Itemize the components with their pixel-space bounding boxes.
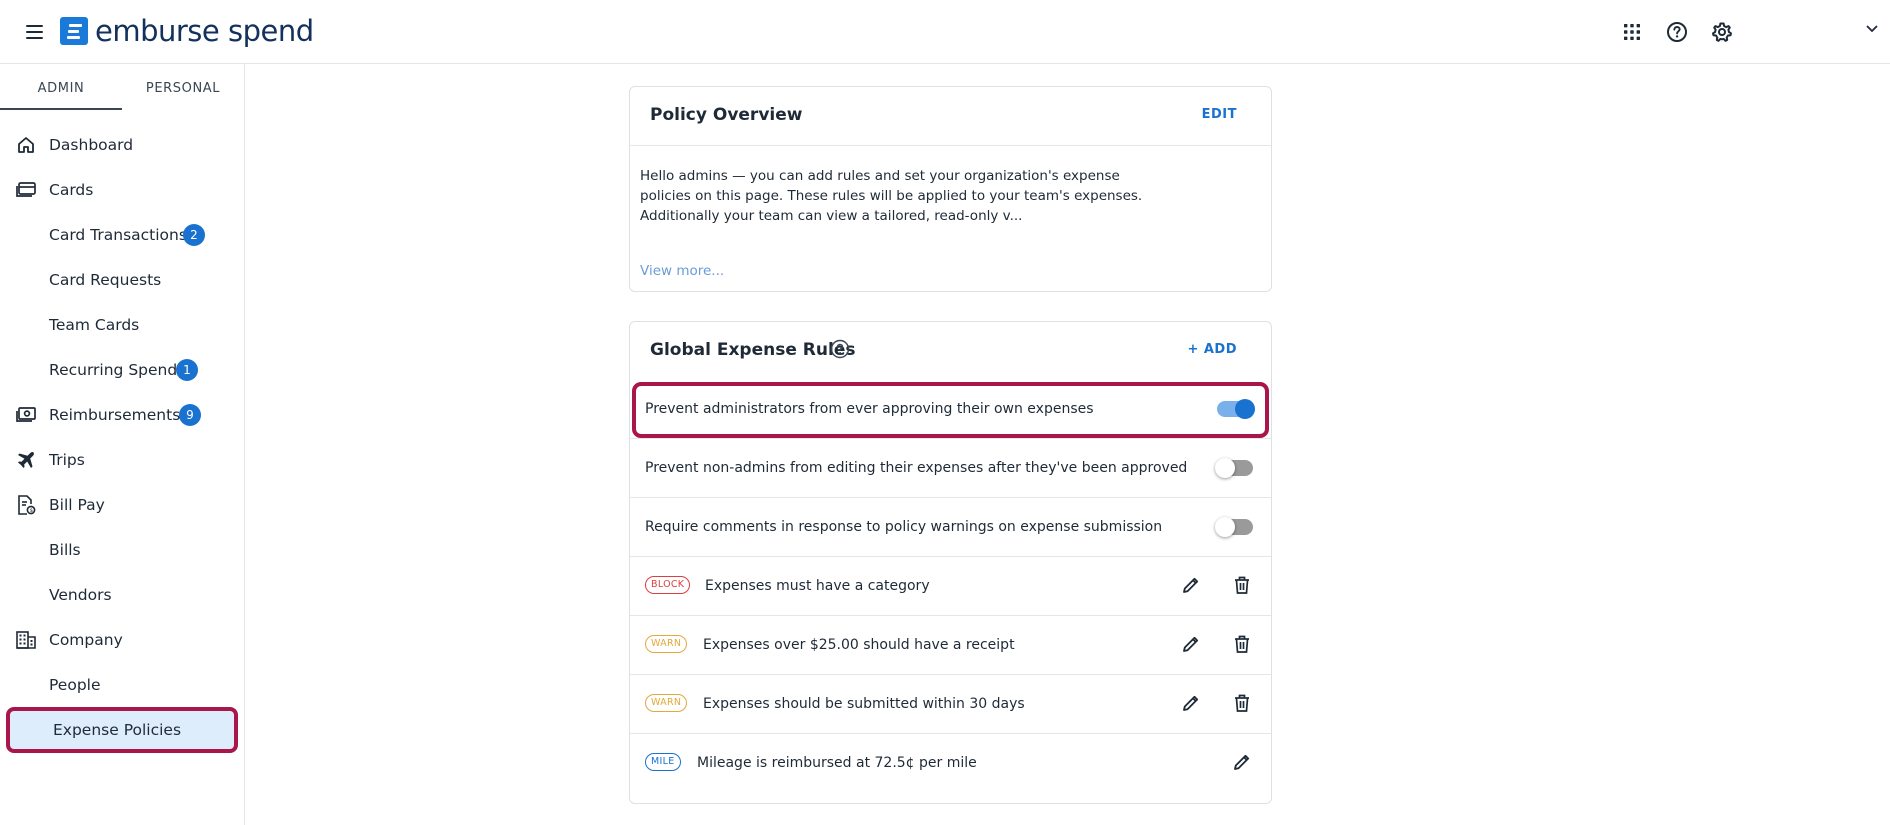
rule-text: Expenses over $25.00 should have a recei…	[703, 637, 1015, 653]
tab-admin[interactable]: ADMIN	[0, 64, 122, 110]
sidebar-item-people[interactable]: People	[0, 662, 244, 707]
count-badge: 2	[183, 223, 205, 246]
sidebar-item-label: Card Transactions	[49, 225, 187, 244]
sidebar-item-label: Company	[49, 630, 123, 649]
policy-overview-card: Policy Overview EDIT Hello admins — you …	[629, 86, 1272, 292]
trash-icon[interactable]	[1231, 692, 1253, 714]
rule-toggle-switch[interactable]	[1215, 517, 1253, 537]
trash-icon[interactable]	[1231, 633, 1253, 655]
rule-item-row: WARN Expenses over $25.00 should have a …	[630, 616, 1271, 675]
add-rule-button[interactable]: + ADD	[1187, 342, 1237, 357]
rule-text: Expenses must have a category	[705, 578, 930, 594]
block-tag: BLOCK	[645, 576, 691, 594]
pencil-icon[interactable]	[1231, 751, 1253, 773]
count-badge: 9	[179, 403, 201, 426]
card-header: Global Expense Rules + ADD	[630, 322, 1271, 380]
sidebar-item-cards[interactable]: Cards	[0, 167, 244, 212]
building-icon	[15, 629, 37, 651]
sidebar-item-label: People	[49, 675, 101, 694]
menu-icon[interactable]	[20, 18, 48, 46]
mile-tag: MILE	[645, 753, 681, 771]
sidebar-item-company[interactable]: Company	[0, 617, 244, 662]
emburse-logo-icon	[60, 17, 88, 45]
sidebar-item-dashboard[interactable]: Dashboard	[0, 122, 244, 167]
sidebar: ADMIN PERSONAL Dashboard Cards Card Tran…	[0, 64, 245, 825]
sidebar-item-card-requests[interactable]: Card Requests	[0, 257, 244, 302]
pencil-icon[interactable]	[1180, 692, 1202, 714]
card-title: Global Expense Rules	[650, 340, 856, 360]
rule-toggle-switch[interactable]	[1217, 399, 1255, 419]
rule-toggle-row: Require comments in response to policy w…	[630, 498, 1271, 557]
settings-icon[interactable]	[1710, 20, 1734, 44]
logo-text: emburse spend	[95, 13, 314, 48]
warn-tag: WARN	[645, 694, 688, 712]
trash-icon[interactable]	[1231, 574, 1253, 596]
rule-item-row: MILE Mileage is reimbursed at 72.5¢ per …	[630, 734, 1271, 793]
cards-icon	[15, 179, 37, 201]
sidebar-item-recurring-spend[interactable]: Recurring Spend 1	[0, 347, 244, 392]
sidebar-item-label: Bills	[49, 540, 81, 559]
cash-icon	[15, 404, 37, 426]
help-icon[interactable]	[1665, 20, 1689, 44]
rule-text: Require comments in response to policy w…	[645, 519, 1163, 535]
plane-icon	[15, 449, 37, 471]
bill-icon: $	[15, 494, 37, 516]
sidebar-item-bill-pay[interactable]: $ Bill Pay	[0, 482, 244, 527]
sidebar-item-label: Dashboard	[49, 135, 134, 154]
rule-toggle-row: Prevent administrators from ever approvi…	[630, 380, 1271, 439]
help-icon[interactable]	[829, 338, 851, 360]
sidebar-item-vendors[interactable]: Vendors	[0, 572, 244, 617]
sidebar-item-label: Recurring Spend	[49, 360, 178, 379]
count-badge: 1	[176, 358, 198, 381]
card-header: Policy Overview EDIT	[630, 87, 1271, 146]
top-bar: emburse spend	[0, 0, 1890, 64]
global-expense-rules-card: Global Expense Rules + ADD Prevent admin…	[629, 321, 1272, 804]
pencil-icon[interactable]	[1180, 633, 1202, 655]
chevron-down-icon[interactable]	[1864, 20, 1880, 36]
sidebar-item-bills[interactable]: Bills	[0, 527, 244, 572]
sidebar-item-reimbursements[interactable]: Reimbursements 9	[0, 392, 244, 437]
sidebar-item-expense-policies[interactable]: Expense Policies	[6, 707, 238, 753]
apps-grid-icon[interactable]	[1620, 20, 1644, 44]
svg-text:$: $	[30, 508, 34, 514]
rule-toggle-row: Prevent non-admins from editing their ex…	[630, 439, 1271, 498]
view-more-link[interactable]: View more...	[640, 263, 724, 279]
sidebar-item-team-cards[interactable]: Team Cards	[0, 302, 244, 347]
rule-item-row: WARN Expenses should be submitted within…	[630, 675, 1271, 734]
warn-tag: WARN	[645, 635, 688, 653]
rule-text: Mileage is reimbursed at 72.5¢ per mile	[697, 755, 977, 771]
sidebar-item-label: Team Cards	[49, 315, 140, 334]
edit-button[interactable]: EDIT	[1202, 107, 1237, 122]
logo[interactable]: emburse spend	[60, 16, 314, 46]
sidebar-item-label: Reimbursements	[49, 405, 181, 424]
pencil-icon[interactable]	[1180, 574, 1202, 596]
rule-toggle-switch[interactable]	[1215, 458, 1253, 478]
sidebar-nav: Dashboard Cards Card Transactions 2 Card…	[0, 122, 244, 753]
sidebar-item-label: Cards	[49, 180, 94, 199]
rule-text: Prevent non-admins from editing their ex…	[645, 460, 1188, 476]
rule-text: Expenses should be submitted within 30 d…	[703, 696, 1025, 712]
rule-text: Prevent administrators from ever approvi…	[645, 401, 1094, 417]
sidebar-item-label: Card Requests	[49, 270, 162, 289]
sidebar-item-label: Vendors	[49, 585, 112, 604]
card-title: Policy Overview	[650, 105, 803, 125]
sidebar-tabs: ADMIN PERSONAL	[0, 64, 244, 110]
sidebar-item-trips[interactable]: Trips	[0, 437, 244, 482]
tab-personal[interactable]: PERSONAL	[122, 64, 244, 110]
rule-item-row: BLOCK Expenses must have a category	[630, 557, 1271, 616]
sidebar-item-label: Trips	[49, 450, 85, 469]
policy-overview-text: Hello admins — you can add rules and set…	[640, 168, 1143, 224]
home-icon	[15, 134, 37, 156]
sidebar-item-label: Expense Policies	[53, 721, 182, 739]
sidebar-item-card-transactions[interactable]: Card Transactions 2	[0, 212, 244, 257]
sidebar-item-label: Bill Pay	[49, 495, 105, 514]
